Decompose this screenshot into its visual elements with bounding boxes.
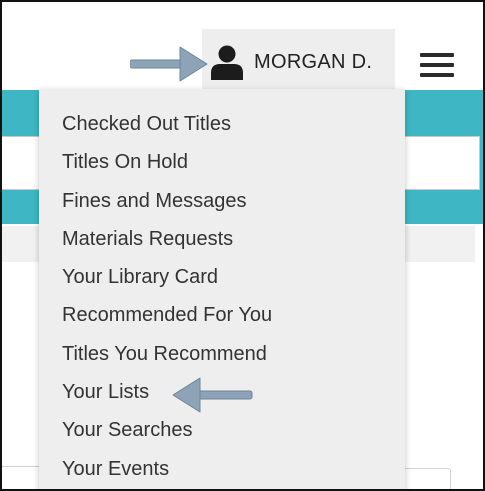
content-panel-button[interactable] [397, 468, 451, 489]
arrow-left-icon [172, 377, 253, 413]
account-name: MORGAN D. [254, 50, 373, 73]
menu-item-titles-you-recommend[interactable]: Titles You Recommend [39, 335, 405, 373]
menu-item-materials-requests[interactable]: Materials Requests [39, 220, 405, 258]
user-icon [211, 45, 243, 80]
content-panel-edge [2, 466, 42, 489]
menu-item-checked-out-titles[interactable]: Checked Out Titles [39, 105, 405, 143]
account-dropdown-menu: Checked Out Titles Titles On Hold Fines … [39, 89, 405, 489]
menu-item-titles-on-hold[interactable]: Titles On Hold [39, 143, 405, 181]
menu-item-your-searches[interactable]: Your Searches [39, 411, 405, 449]
menu-item-your-library-card[interactable]: Your Library Card [39, 258, 405, 296]
menu-item-your-events[interactable]: Your Events [39, 450, 405, 488]
menu-item-fines-and-messages[interactable]: Fines and Messages [39, 182, 405, 220]
hamburger-menu-icon[interactable] [420, 53, 454, 77]
arrow-right-icon [130, 46, 208, 82]
account-button[interactable]: MORGAN D. [202, 29, 395, 95]
menu-item-recommended-for-you[interactable]: Recommended For You [39, 296, 405, 334]
screenshot-frame: MORGAN D. Checked Out Titles Titles On H… [0, 0, 485, 491]
